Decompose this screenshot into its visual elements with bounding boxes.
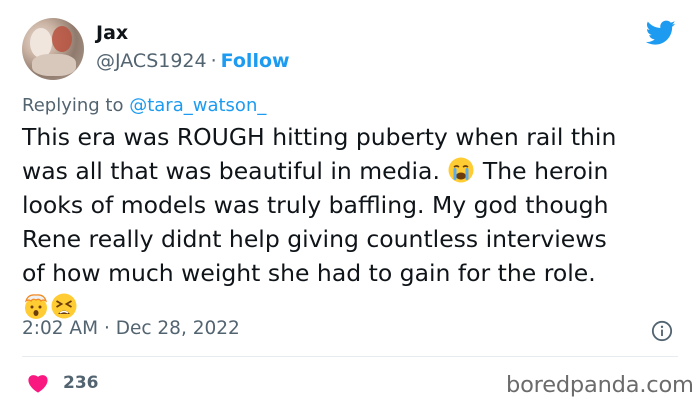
exploding-head-emoji-icon	[24, 294, 48, 319]
tweet-line-4: Rene really didnt help giving countless …	[22, 225, 607, 253]
replying-to: Replying to @tara_watson_	[22, 95, 266, 116]
tweet-line-2b: The heroin	[482, 157, 609, 185]
tweet-line-1: This era was ROUGH hitting puberty when …	[22, 123, 617, 151]
watermark-text: boredpanda.com	[506, 372, 694, 398]
heart-icon[interactable]	[27, 373, 49, 393]
tweet-time: 2:02 AM	[22, 318, 99, 339]
twitter-bird-icon[interactable]	[646, 20, 676, 46]
separator: ·	[103, 318, 110, 339]
divider	[22, 356, 678, 357]
tired-face-emoji-icon	[51, 293, 77, 319]
author-name[interactable]: Jax	[96, 22, 128, 44]
tweet-timestamp[interactable]: 2:02 AM · Dec 28, 2022	[22, 318, 240, 339]
avatar[interactable]	[22, 18, 84, 80]
tweet-card: Jax @JACS1924 · Follow Replying to @tara_w…	[0, 0, 700, 410]
author-handle[interactable]: @JACS1924	[96, 50, 207, 72]
crying-face-emoji-icon	[448, 157, 474, 183]
tweet-date: Dec 28, 2022	[115, 318, 240, 339]
reply-prefix: Replying to	[22, 95, 124, 116]
tweet-text: This era was ROUGH hitting puberty when …	[22, 120, 684, 324]
info-icon[interactable]	[651, 320, 673, 342]
tweet-line-5: of how much weight she had to gain for t…	[22, 259, 596, 287]
author-handle-row: @JACS1924 · Follow	[96, 50, 290, 72]
like-count: 236	[63, 373, 99, 393]
follow-button[interactable]: Follow	[221, 50, 290, 72]
reply-mention-link[interactable]: @tara_watson_	[129, 95, 266, 116]
tweet-line-3: looks of models was truly baffling. My g…	[22, 191, 609, 219]
tweet-line-2a: was all that was beautiful in media.	[22, 157, 440, 185]
separator: ·	[210, 50, 217, 72]
